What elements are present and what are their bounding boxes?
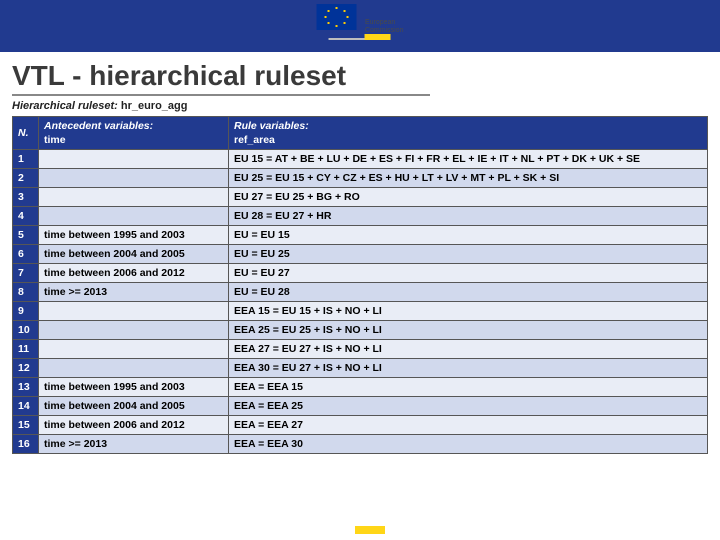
rule-cell: EEA 25 = EU 25 + IS + NO + LI (229, 321, 708, 340)
antecedent-cell (39, 169, 229, 188)
antecedent-cell (39, 340, 229, 359)
antecedent-cell: time >= 2013 (39, 283, 229, 302)
table-row: 7time between 2006 and 2012EU = EU 27 (13, 264, 708, 283)
table-row: 14time between 2004 and 2005EEA = EEA 25 (13, 397, 708, 416)
antecedent-cell: time between 2006 and 2012 (39, 416, 229, 435)
rule-cell: EEA = EEA 27 (229, 416, 708, 435)
header-rule: Rule variables: ref_area (229, 117, 708, 150)
rule-cell: EU = EU 25 (229, 245, 708, 264)
table-row: 10 EEA 25 = EU 25 + IS + NO + LI (13, 321, 708, 340)
table-row: 13time between 1995 and 2003EEA = EEA 15 (13, 378, 708, 397)
rule-cell: EU 15 = AT + BE + LU + DE + ES + FI + FR… (229, 150, 708, 169)
rule-cell: EEA = EEA 30 (229, 435, 708, 454)
row-number: 2 (13, 169, 39, 188)
table-row: 16time >= 2013EEA = EEA 30 (13, 435, 708, 454)
row-number: 6 (13, 245, 39, 264)
row-number: 15 (13, 416, 39, 435)
table-row: 9 EEA 15 = EU 15 + IS + NO + LI (13, 302, 708, 321)
page-title: VTL - hierarchical ruleset (12, 60, 708, 92)
antecedent-cell (39, 207, 229, 226)
header-antecedent: Antecedent variables: time (39, 117, 229, 150)
table-row: 12 EEA 30 = EU 27 + IS + NO + LI (13, 359, 708, 378)
table-row: 1 EU 15 = AT + BE + LU + DE + ES + FI + F… (13, 150, 708, 169)
table-row: 11 EEA 27 = EU 27 + IS + NO + LI (13, 340, 708, 359)
rule-cell: EU = EU 27 (229, 264, 708, 283)
table-header-row: N. Antecedent variables: time Rule varia… (13, 117, 708, 150)
row-number: 8 (13, 283, 39, 302)
rule-cell: EU = EU 15 (229, 226, 708, 245)
antecedent-cell (39, 150, 229, 169)
antecedent-cell (39, 302, 229, 321)
title-divider (12, 94, 430, 96)
row-number: 3 (13, 188, 39, 207)
table-row: 3 EU 27 = EU 25 + BG + RO (13, 188, 708, 207)
table-row: 2 EU 25 = EU 15 + CY + CZ + ES + HU + LT … (13, 169, 708, 188)
table-row: 6time between 2004 and 2005EU = EU 25 (13, 245, 708, 264)
table-row: 15time between 2006 and 2012EEA = EEA 27 (13, 416, 708, 435)
antecedent-cell: time between 2004 and 2005 (39, 397, 229, 416)
rule-cell: EEA 27 = EU 27 + IS + NO + LI (229, 340, 708, 359)
subtitle-value: hr_euro_agg (121, 100, 188, 112)
rule-cell: EEA 30 = EU 27 + IS + NO + LI (229, 359, 708, 378)
row-number: 12 (13, 359, 39, 378)
row-number: 16 (13, 435, 39, 454)
rule-cell: EU 27 = EU 25 + BG + RO (229, 188, 708, 207)
row-number: 1 (13, 150, 39, 169)
antecedent-cell: time between 1995 and 2003 (39, 378, 229, 397)
rule-cell: EEA 15 = EU 15 + IS + NO + LI (229, 302, 708, 321)
antecedent-cell: time >= 2013 (39, 435, 229, 454)
row-number: 13 (13, 378, 39, 397)
ec-logo: European Commission (317, 4, 404, 40)
antecedent-cell (39, 321, 229, 340)
table-row: 5time between 1995 and 2003EU = EU 15 (13, 226, 708, 245)
ec-logo-text: European Commission (365, 19, 404, 35)
ruleset-subtitle: Hierarchical ruleset: hr_euro_agg (12, 100, 708, 112)
row-number: 5 (13, 226, 39, 245)
rule-cell: EEA = EEA 15 (229, 378, 708, 397)
rule-cell: EEA = EEA 25 (229, 397, 708, 416)
table-row: 8time >= 2013EU = EU 28 (13, 283, 708, 302)
table-row: 4 EU 28 = EU 27 + HR (13, 207, 708, 226)
row-number: 7 (13, 264, 39, 283)
antecedent-cell (39, 188, 229, 207)
rule-cell: EU = EU 28 (229, 283, 708, 302)
antecedent-cell: time between 2004 and 2005 (39, 245, 229, 264)
row-number: 10 (13, 321, 39, 340)
antecedent-cell: time between 1995 and 2003 (39, 226, 229, 245)
eu-flag-icon (317, 4, 357, 30)
antecedent-cell: time between 2006 and 2012 (39, 264, 229, 283)
rules-table: N. Antecedent variables: time Rule varia… (12, 116, 708, 454)
footer-accent-icon (355, 526, 385, 534)
row-number: 14 (13, 397, 39, 416)
header-n: N. (13, 117, 39, 150)
rule-cell: EU 25 = EU 15 + CY + CZ + ES + HU + LT +… (229, 169, 708, 188)
row-number: 9 (13, 302, 39, 321)
row-number: 11 (13, 340, 39, 359)
logo-underline-icon (329, 38, 391, 40)
row-number: 4 (13, 207, 39, 226)
rule-cell: EU 28 = EU 27 + HR (229, 207, 708, 226)
antecedent-cell (39, 359, 229, 378)
subtitle-label: Hierarchical ruleset: (12, 100, 121, 112)
